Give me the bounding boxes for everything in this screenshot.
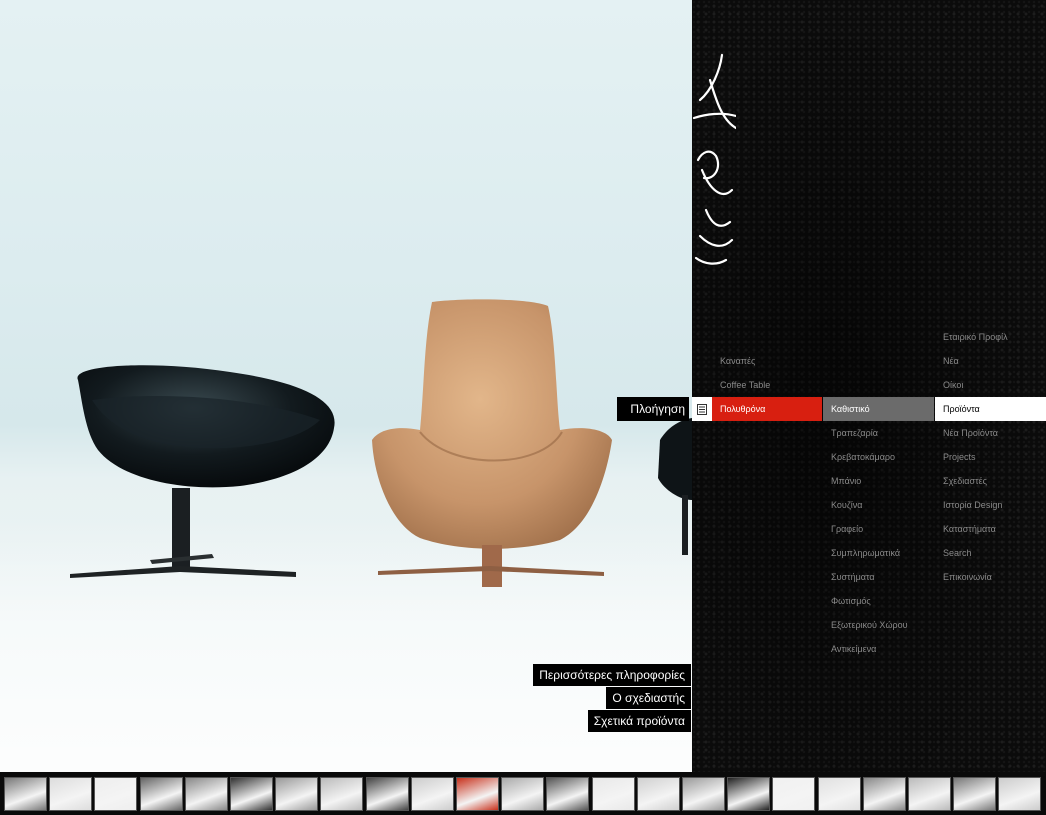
menu-item-complementary[interactable]: Συμπληρωματικά: [823, 541, 934, 565]
menu-item-bedroom[interactable]: Κρεβατοκάμαρο: [823, 445, 934, 469]
menu-item-bathroom[interactable]: Μπάνιο: [823, 469, 934, 493]
product-thumbnail[interactable]: [230, 777, 273, 811]
product-thumbnail[interactable]: [818, 777, 861, 811]
thumbnail-image: [593, 778, 634, 810]
thumbnail-image: [819, 778, 860, 810]
navigation-label: Πλοήγηση: [617, 397, 689, 421]
product-thumbnail[interactable]: [49, 777, 92, 811]
document-list-icon[interactable]: [692, 397, 712, 421]
menu-item-dining[interactable]: Τραπεζαρία: [823, 421, 934, 445]
thumbnail-image: [231, 778, 272, 810]
product-thumbnail[interactable]: [682, 777, 725, 811]
thumbnail-image: [95, 778, 136, 810]
product-thumbnail[interactable]: [456, 777, 499, 811]
menu-item-stores[interactable]: Καταστήματα: [935, 517, 1046, 541]
thumbnail-image: [502, 778, 543, 810]
thumbnail-image: [638, 778, 679, 810]
product-thumbnail[interactable]: [275, 777, 318, 811]
menu-item-products[interactable]: Προϊόντα: [935, 397, 1046, 421]
menu-item-systems[interactable]: Συστήματα: [823, 565, 934, 589]
product-thumbnail[interactable]: [908, 777, 951, 811]
thumbnail-image: [683, 778, 724, 810]
thumbnail-image: [50, 778, 91, 810]
product-thumbnail[interactable]: [727, 777, 770, 811]
product-thumbnail[interactable]: [953, 777, 996, 811]
menu-item-kitchen[interactable]: Κουζίνα: [823, 493, 934, 517]
thumbnail-image: [186, 778, 227, 810]
thumbnail-image: [367, 778, 408, 810]
menu-item-houses[interactable]: Οίκοι: [935, 373, 1046, 397]
thumbnail-image: [412, 778, 453, 810]
thumbnail-image: [999, 778, 1040, 810]
product-thumbnail[interactable]: [366, 777, 409, 811]
product-thumbnail[interactable]: [320, 777, 363, 811]
partial-black-chair: [658, 418, 692, 555]
thumbnail-image: [909, 778, 950, 810]
more-info-link[interactable]: Περισσότερες πληροφορίες: [533, 664, 691, 686]
menu-item-projects[interactable]: Projects: [935, 445, 1046, 469]
product-thumbnail[interactable]: [140, 777, 183, 811]
thumbnail-image: [141, 778, 182, 810]
menu-item-lighting[interactable]: Φωτισμός: [823, 589, 934, 613]
thumbnail-image: [547, 778, 588, 810]
tan-leather-chair: [372, 299, 612, 587]
menu-item-office[interactable]: Γραφείο: [823, 517, 934, 541]
product-thumbnail[interactable]: [772, 777, 815, 811]
product-thumbnail[interactable]: [501, 777, 544, 811]
menu-item-company-profile[interactable]: Εταιρικό Προφίλ: [935, 325, 1046, 349]
product-thumbnail[interactable]: [546, 777, 589, 811]
product-thumbnail[interactable]: [4, 777, 47, 811]
product-thumbnail[interactable]: [998, 777, 1041, 811]
designer-link[interactable]: Ο σχεδιαστής: [606, 687, 691, 709]
category-menu: Καναπές Coffee Table Πολυθρόνα: [712, 349, 822, 421]
chairs-illustration: [70, 299, 692, 587]
room-menu: Καθιστικό Τραπεζαρία Κρεβατοκάμαρο Μπάνι…: [823, 397, 934, 661]
brand-signature-logo[interactable]: [692, 40, 736, 270]
hero-product-photo: [0, 0, 692, 772]
menu-item-coffee-table[interactable]: Coffee Table: [712, 373, 822, 397]
menu-item-living-room[interactable]: Καθιστικό: [823, 397, 934, 421]
main-menu: Εταιρικό Προφίλ Νέα Οίκοι Προϊόντα Νέα Π…: [935, 325, 1046, 589]
thumbnail-image: [276, 778, 317, 810]
menu-item-designers[interactable]: Σχεδιαστές: [935, 469, 1046, 493]
product-thumbnail[interactable]: [637, 777, 680, 811]
product-thumbnail[interactable]: [411, 777, 454, 811]
menu-item-design-history[interactable]: Ιστορία Design: [935, 493, 1046, 517]
thumbnail-image: [773, 778, 814, 810]
product-thumbnail[interactable]: [592, 777, 635, 811]
thumbnail-image: [321, 778, 362, 810]
menu-item-objects[interactable]: Αντικείμενα: [823, 637, 934, 661]
thumbnail-image: [728, 778, 769, 810]
menu-item-outdoor[interactable]: Εξωτερικού Χώρου: [823, 613, 934, 637]
menu-item-new-products[interactable]: Νέα Προϊόντα: [935, 421, 1046, 445]
thumbnail-strip: [0, 772, 1046, 815]
product-thumbnail[interactable]: [863, 777, 906, 811]
menu-item-sofas[interactable]: Καναπές: [712, 349, 822, 373]
thumbnail-image: [954, 778, 995, 810]
related-products-link[interactable]: Σχετικά προϊόντα: [587, 710, 691, 732]
thumbnail-image: [864, 778, 905, 810]
menu-item-contact[interactable]: Επικοινωνία: [935, 565, 1046, 589]
menu-item-armchairs[interactable]: Πολυθρόνα: [712, 397, 822, 421]
menu-item-search[interactable]: Search: [935, 541, 1046, 565]
product-thumbnail[interactable]: [185, 777, 228, 811]
thumbnail-image: [5, 778, 46, 810]
menu-item-news[interactable]: Νέα: [935, 349, 1046, 373]
thumbnail-image: [457, 778, 498, 810]
black-leather-chair: [70, 365, 335, 578]
product-thumbnail[interactable]: [94, 777, 137, 811]
